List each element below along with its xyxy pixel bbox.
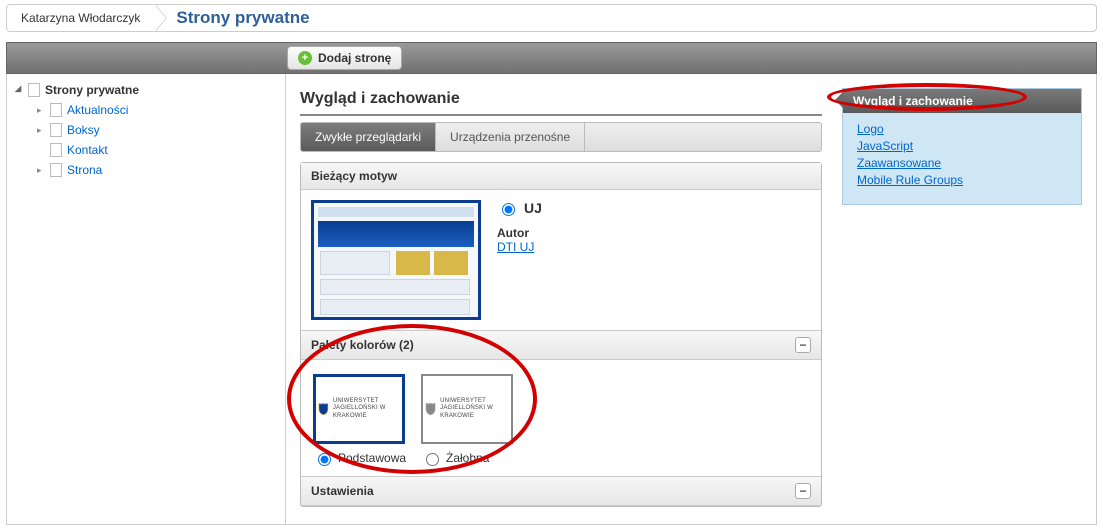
page-icon (50, 143, 62, 157)
tree-item[interactable]: Kontakt (11, 140, 281, 160)
side-panel-title: Wygląd i zachowanie (853, 94, 973, 108)
add-page-button[interactable]: + Dodaj stronę (287, 46, 402, 70)
side-panel-header: Wygląd i zachowanie (843, 89, 1081, 113)
theme-meta: UJ Autor DTI UJ (497, 200, 542, 254)
tree-root-label: Strony prywatne (45, 83, 139, 97)
panel-header-settings: Ustawienia − (301, 476, 821, 506)
shield-icon (425, 396, 436, 422)
breadcrumb-user[interactable]: Katarzyna Włodarczyk (7, 5, 154, 31)
panel-title: Ustawienia (311, 484, 374, 498)
side-panel-body: Logo JavaScript Zaawansowane Mobile Rule… (843, 113, 1081, 204)
panel-title: Bieżący motyw (311, 169, 397, 183)
theme-name: UJ (524, 200, 542, 216)
palette-radio-mourning[interactable] (426, 453, 439, 466)
palette-mourning[interactable]: UNIWERSYTET JAGIELLOŃSKI W KRAKOWIE Żało… (421, 374, 513, 466)
expand-icon[interactable]: ▸ (37, 165, 46, 176)
tree-item[interactable]: ▸ Boksy (11, 120, 281, 140)
plus-icon: + (298, 51, 312, 65)
add-page-label: Dodaj stronę (318, 51, 391, 65)
expand-icon[interactable]: ▸ (37, 105, 46, 116)
collapse-icon[interactable] (15, 86, 24, 95)
main: Wygląd i zachowanie Zwykłe przeglądarki … (286, 74, 1096, 524)
palette-radio-basic[interactable] (318, 453, 331, 466)
panel-title: Palety kolorów (2) (311, 338, 414, 352)
author-label: Autor (497, 226, 542, 240)
breadcrumb-page[interactable]: Strony prywatne (162, 8, 323, 28)
tree-item-label[interactable]: Kontakt (67, 143, 108, 157)
panel-current-theme: Bieżący motyw (300, 162, 822, 507)
collapse-button[interactable]: − (795, 337, 811, 353)
palette-logo-text: UNIWERSYTET JAGIELLOŃSKI W KRAKOWIE (333, 398, 400, 420)
panel-header: Bieżący motyw (301, 163, 821, 190)
side-link-logo[interactable]: Logo (857, 122, 884, 136)
palette-label: Żałobna (446, 451, 489, 465)
tree-root[interactable]: Strony prywatne (11, 80, 281, 100)
author-link[interactable]: DTI UJ (497, 240, 534, 254)
theme-radio-uj[interactable] (502, 203, 515, 216)
tree-item-label[interactable]: Aktualności (67, 103, 128, 117)
tabs: Zwykłe przeglądarki Urządzenia przenośne (300, 122, 822, 152)
page-icon (50, 103, 62, 117)
palette-logo-text: UNIWERSYTET JAGIELLOŃSKI W KRAKOWIE (440, 398, 509, 420)
content: Wygląd i zachowanie Zwykłe przeglądarki … (300, 88, 822, 517)
palette-thumbnail[interactable]: UNIWERSYTET JAGIELLOŃSKI W KRAKOWIE (421, 374, 513, 444)
theme-thumbnail[interactable] (311, 200, 481, 320)
side-link-advanced[interactable]: Zaawansowane (857, 156, 941, 170)
breadcrumb: Katarzyna Włodarczyk Strony prywatne (6, 4, 1097, 32)
breadcrumb-separator-icon (154, 4, 166, 32)
palette-label: Podstawowa (338, 451, 406, 465)
tab-standard-browsers[interactable]: Zwykłe przeglądarki (301, 123, 436, 151)
tree-item-label[interactable]: Boksy (67, 123, 100, 137)
layout: Strony prywatne ▸ Aktualności ▸ Boksy Ko… (6, 74, 1097, 525)
sidebar: Strony prywatne ▸ Aktualności ▸ Boksy Ko… (7, 74, 286, 524)
shield-icon (318, 396, 329, 422)
page-title: Wygląd i zachowanie (300, 88, 822, 116)
page-icon (28, 83, 40, 97)
tree-item[interactable]: ▸ Strona (11, 160, 281, 180)
tree-item[interactable]: ▸ Aktualności (11, 100, 281, 120)
palette-basic[interactable]: UNIWERSYTET JAGIELLOŃSKI W KRAKOWIE Pods… (313, 374, 405, 466)
expand-icon[interactable]: ▸ (37, 125, 46, 136)
palette-thumbnail[interactable]: UNIWERSYTET JAGIELLOŃSKI W KRAKOWIE (313, 374, 405, 444)
page-icon (50, 123, 62, 137)
side-panel: Wygląd i zachowanie Logo JavaScript Zaaw… (842, 88, 1082, 205)
toolbar: + Dodaj stronę (6, 42, 1097, 74)
side-link-javascript[interactable]: JavaScript (857, 139, 913, 153)
page-icon (50, 163, 62, 177)
tree-item-label[interactable]: Strona (67, 163, 102, 177)
collapse-button[interactable]: − (795, 483, 811, 499)
arrow-left-icon (835, 92, 843, 108)
tab-mobile-devices[interactable]: Urządzenia przenośne (436, 123, 585, 151)
panel-header-palettes: Palety kolorów (2) − (301, 330, 821, 360)
side-link-mobile-rule-groups[interactable]: Mobile Rule Groups (857, 173, 963, 187)
